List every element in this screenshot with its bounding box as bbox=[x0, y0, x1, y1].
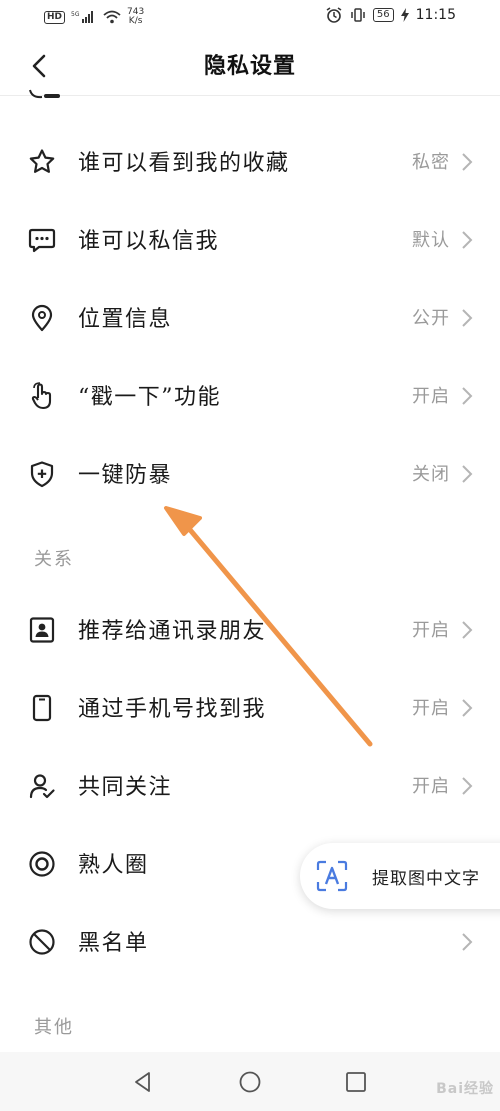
message-icon bbox=[28, 228, 56, 253]
row-value: 关闭 bbox=[412, 464, 450, 485]
header-divider bbox=[0, 95, 500, 96]
relations-row-phone[interactable]: 通过手机号找到我 开启 bbox=[0, 668, 500, 746]
text-scan-icon bbox=[316, 860, 348, 892]
row-value: 开启 bbox=[412, 698, 450, 719]
row-label: 位置信息 bbox=[78, 307, 173, 332]
chevron-right-icon bbox=[462, 465, 473, 483]
nav-back-icon[interactable] bbox=[131, 1070, 155, 1094]
privacy-row-anti-harassment[interactable]: 一键防暴 关闭 bbox=[0, 434, 500, 512]
signal-icon: 5G bbox=[71, 11, 94, 23]
row-label: 熟人圈 bbox=[78, 853, 149, 878]
watermark: Bai经验 bbox=[436, 1081, 494, 1097]
privacy-row-poke[interactable]: “戳一下”功能 开启 bbox=[0, 356, 500, 434]
row-label: “戳一下”功能 bbox=[78, 385, 221, 410]
row-value: 默认 bbox=[412, 230, 450, 251]
chevron-right-icon bbox=[462, 309, 473, 327]
row-label: 黑名单 bbox=[78, 931, 149, 956]
relations-row-mutual[interactable]: 共同关注 开启 bbox=[0, 746, 500, 824]
header: 隐私设置 bbox=[0, 34, 500, 96]
relations-row-blacklist[interactable]: 黑名单 bbox=[0, 902, 500, 980]
phone-icon bbox=[32, 694, 52, 722]
shield-plus-icon bbox=[30, 461, 54, 488]
privacy-row-location[interactable]: 位置信息 公开 bbox=[0, 278, 500, 356]
network-speed: 743 K/s bbox=[127, 7, 145, 26]
status-left: HD 5G 743 K/s bbox=[44, 8, 144, 26]
row-label: 推荐给通讯录朋友 bbox=[78, 619, 267, 644]
star-icon bbox=[29, 149, 55, 173]
user-check-icon bbox=[29, 774, 55, 799]
partial-row-icon bbox=[29, 89, 60, 99]
nav-home-icon[interactable] bbox=[238, 1070, 262, 1094]
circle-target-icon bbox=[29, 851, 55, 877]
location-icon bbox=[31, 304, 53, 332]
navigation-bar bbox=[0, 1052, 500, 1111]
nav-recents-icon[interactable] bbox=[344, 1070, 368, 1094]
extract-text-label: 提取图中文字 bbox=[372, 868, 480, 889]
row-label: 谁可以私信我 bbox=[78, 229, 220, 254]
wifi-icon bbox=[103, 10, 121, 24]
section-title-relations: 关系 bbox=[34, 549, 74, 570]
row-label: 共同关注 bbox=[78, 775, 173, 800]
chevron-right-icon bbox=[462, 699, 473, 717]
privacy-row-favorites[interactable]: 谁可以看到我的收藏 私密 bbox=[0, 122, 500, 200]
row-label: 谁可以看到我的收藏 bbox=[78, 151, 290, 176]
chevron-right-icon bbox=[462, 153, 473, 171]
privacy-row-messages[interactable]: 谁可以私信我 默认 bbox=[0, 200, 500, 278]
row-value: 私密 bbox=[412, 152, 450, 173]
chevron-right-icon bbox=[462, 231, 473, 249]
row-value: 公开 bbox=[412, 308, 450, 329]
hd-badge: HD bbox=[44, 10, 66, 24]
clock: 11:15 bbox=[415, 7, 456, 23]
alarm-icon bbox=[326, 7, 342, 23]
block-icon bbox=[29, 929, 55, 955]
row-value: 开启 bbox=[412, 620, 450, 641]
row-label: 通过手机号找到我 bbox=[78, 697, 267, 722]
vibrate-icon bbox=[351, 8, 365, 22]
row-label: 一键防暴 bbox=[78, 463, 173, 488]
chevron-right-icon bbox=[462, 387, 473, 405]
status-right: 56 11:15 bbox=[325, 7, 456, 23]
relations-row-contacts[interactable]: 推荐给通讯录朋友 开启 bbox=[0, 590, 500, 668]
chevron-right-icon bbox=[462, 933, 473, 951]
chevron-right-icon bbox=[462, 621, 473, 639]
contact-card-icon bbox=[29, 617, 55, 643]
chevron-right-icon bbox=[462, 777, 473, 795]
row-value: 开启 bbox=[412, 776, 450, 797]
battery-indicator: 56 bbox=[372, 8, 394, 22]
svg-text:5G: 5G bbox=[71, 11, 80, 18]
section-title-other: 其他 bbox=[34, 1017, 74, 1038]
page-title: 隐私设置 bbox=[203, 53, 296, 79]
charging-icon bbox=[400, 8, 409, 22]
poke-hand-icon bbox=[31, 382, 52, 410]
row-value: 开启 bbox=[412, 386, 450, 407]
extract-text-button[interactable]: 提取图中文字 bbox=[300, 843, 500, 909]
status-bar: HD 5G 743 K/s 56 11:15 bbox=[0, 0, 500, 34]
